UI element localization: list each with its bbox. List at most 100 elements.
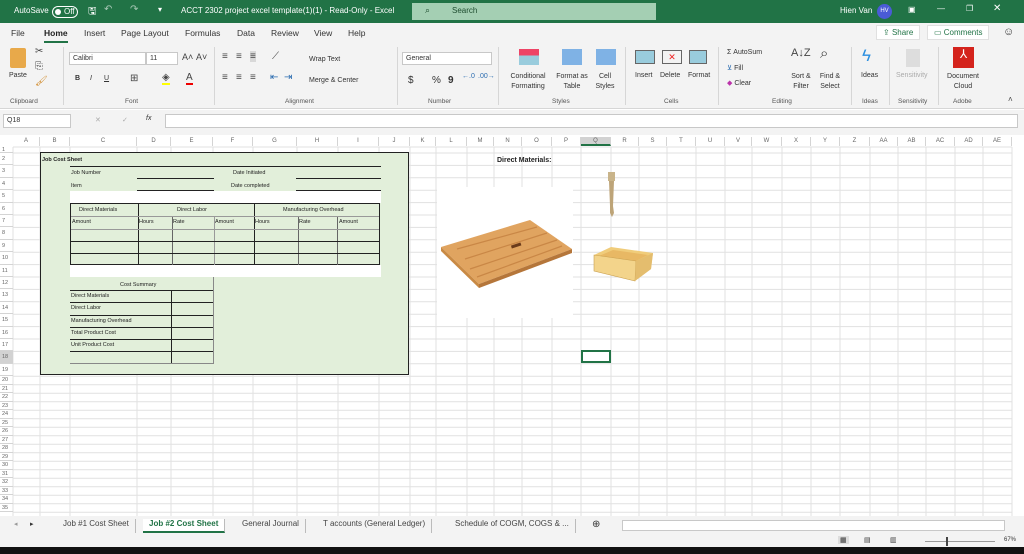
normal-view-icon[interactable]: ▦ [838, 536, 849, 544]
row-header-17[interactable]: 17 [0, 339, 13, 352]
tab-data[interactable]: Data [237, 28, 255, 38]
column-header-E[interactable]: E [171, 137, 213, 146]
font-color-icon[interactable]: A [186, 72, 193, 85]
row-header-19[interactable]: 19 [0, 364, 13, 377]
share-button[interactable]: ⇪ Share [876, 25, 921, 40]
zoom-slider-thumb[interactable] [946, 537, 948, 546]
page-layout-view-icon[interactable]: ▤ [864, 536, 871, 544]
row-header-12[interactable]: 12 [0, 277, 13, 290]
fill-color-icon[interactable]: ◈ [162, 72, 170, 85]
font-name-select[interactable]: Calibri [69, 52, 146, 65]
row-header-24[interactable]: 24 [0, 410, 13, 419]
wrap-text-button[interactable]: Wrap Text [309, 56, 340, 63]
format-as-table-icon[interactable] [562, 49, 582, 65]
formula-input[interactable] [165, 114, 1018, 128]
column-header-AA[interactable]: AA [870, 137, 898, 146]
document-cloud-button[interactable]: Document Cloud [945, 72, 981, 92]
italic-button[interactable]: I [90, 75, 92, 82]
column-header-O[interactable]: O [522, 137, 552, 146]
avatar[interactable]: HV [877, 4, 892, 19]
row-header-33[interactable]: 33 [0, 487, 13, 496]
tab-insert[interactable]: Insert [84, 28, 105, 38]
column-header-N[interactable]: N [494, 137, 522, 146]
column-header-AC[interactable]: AC [926, 137, 955, 146]
format-painter-icon[interactable]: 🖌 [35, 76, 48, 87]
worksheet-grid[interactable]: A B C D E F G H I J K L M N O P Q R S T U V W X Y Z AA AB AC AD AE 123… [0, 135, 1024, 516]
column-header-H[interactable]: H [297, 137, 338, 146]
row-header-31[interactable]: 31 [0, 470, 13, 479]
cancel-icon[interactable]: ✕ [95, 116, 101, 124]
customize-toolbar-icon[interactable]: ▾ [158, 5, 162, 14]
column-header-X[interactable]: X [782, 137, 811, 146]
sort-filter-icon[interactable]: A↓Z [791, 47, 811, 59]
number-format-select[interactable]: General [402, 52, 492, 65]
zoom-level[interactable]: 67% [1004, 537, 1016, 543]
save-icon[interactable]: 🖫 [88, 4, 97, 21]
close-icon[interactable]: ✕ [993, 3, 1001, 14]
horizontal-scrollbar[interactable] [622, 520, 1005, 531]
format-cells-icon[interactable] [689, 50, 707, 64]
column-header-F[interactable]: F [213, 137, 253, 146]
autosave-toggle[interactable]: Off [52, 6, 78, 18]
column-header-A[interactable]: A [13, 137, 40, 146]
sheet-tab-job-1[interactable]: Job #1 Cost Sheet [57, 519, 136, 533]
format-as-table-button[interactable]: Format as Table [553, 72, 591, 92]
increase-indent-icon[interactable]: ⇥ [284, 72, 292, 83]
row-header-6[interactable]: 6 [0, 203, 13, 215]
column-header-B[interactable]: B [40, 137, 70, 146]
minimize-icon[interactable]: — [937, 4, 945, 13]
orientation-icon[interactable]: ⟋ [272, 51, 279, 62]
restore-icon[interactable]: ❐ [966, 4, 973, 13]
sheet-tab-schedule-cogm[interactable]: Schedule of COGM, COGS & ... [449, 519, 576, 533]
tab-formulas[interactable]: Formulas [185, 28, 220, 38]
column-header-Q[interactable]: Q [581, 137, 611, 146]
column-header-S[interactable]: S [639, 137, 667, 146]
row-header-23[interactable]: 23 [0, 402, 13, 411]
drawer-box-image[interactable] [591, 243, 657, 287]
bold-button[interactable]: B [75, 75, 80, 82]
tab-view[interactable]: View [314, 28, 332, 38]
name-box[interactable]: Q18 [3, 114, 71, 128]
row-header-29[interactable]: 29 [0, 453, 13, 462]
align-center-icon[interactable]: ≡ [236, 72, 242, 83]
cell-styles-icon[interactable] [596, 49, 616, 65]
borders-icon[interactable]: ⊞ [130, 73, 138, 84]
row-header-16[interactable]: 16 [0, 327, 13, 339]
fill-button[interactable]: ⊻ Fill [727, 64, 743, 72]
column-header-W[interactable]: W [752, 137, 782, 146]
row-header-32[interactable]: 32 [0, 478, 13, 487]
column-header-AD[interactable]: AD [955, 137, 983, 146]
row-header-20[interactable]: 20 [0, 376, 13, 385]
tab-help[interactable]: Help [348, 28, 365, 38]
column-header-G[interactable]: G [253, 137, 297, 146]
ideas-button[interactable]: Ideas [861, 72, 878, 79]
column-header-AB[interactable]: AB [898, 137, 926, 146]
delete-cells-icon[interactable]: ✕ [662, 50, 682, 64]
collapse-ribbon-icon[interactable]: ˄ [1008, 95, 1013, 104]
tab-page-layout[interactable]: Page Layout [121, 28, 169, 38]
find-select-button[interactable]: Find & Select [816, 72, 844, 92]
column-header-I[interactable]: I [338, 137, 379, 146]
paste-button[interactable]: Paste [9, 72, 27, 79]
column-header-V[interactable]: V [725, 137, 752, 146]
shrink-font-icon[interactable]: A˅ [196, 52, 207, 62]
page-break-view-icon[interactable]: ▥ [890, 536, 897, 544]
row-header-11[interactable]: 11 [0, 265, 13, 277]
cell-styles-button[interactable]: Cell Styles [590, 72, 620, 92]
column-header-U[interactable]: U [696, 137, 725, 146]
column-header-C[interactable]: C [70, 137, 137, 146]
ribbon-display-icon[interactable]: ▣ [908, 5, 916, 14]
row-header-27[interactable]: 27 [0, 436, 13, 445]
copy-icon[interactable]: ⎘ [35, 61, 43, 72]
tab-review[interactable]: Review [271, 28, 299, 38]
tab-file[interactable]: File [11, 28, 25, 38]
scroll-tabs-left-icon[interactable]: ◂ [14, 520, 18, 528]
row-header-22[interactable]: 22 [0, 393, 13, 402]
sheet-tab-general-journal[interactable]: General Journal [236, 519, 306, 533]
comments-button[interactable]: ▭ Comments [927, 25, 990, 40]
sheet-tab-t-accounts[interactable]: T accounts (General Ledger) [317, 519, 433, 533]
sheet-tab-job-2[interactable]: Job #2 Cost Sheet [143, 519, 226, 533]
enter-icon[interactable]: ✓ [122, 116, 128, 124]
delete-cells-button[interactable]: Delete [660, 72, 680, 79]
feedback-smiley-icon[interactable]: ☺ [1003, 26, 1014, 38]
